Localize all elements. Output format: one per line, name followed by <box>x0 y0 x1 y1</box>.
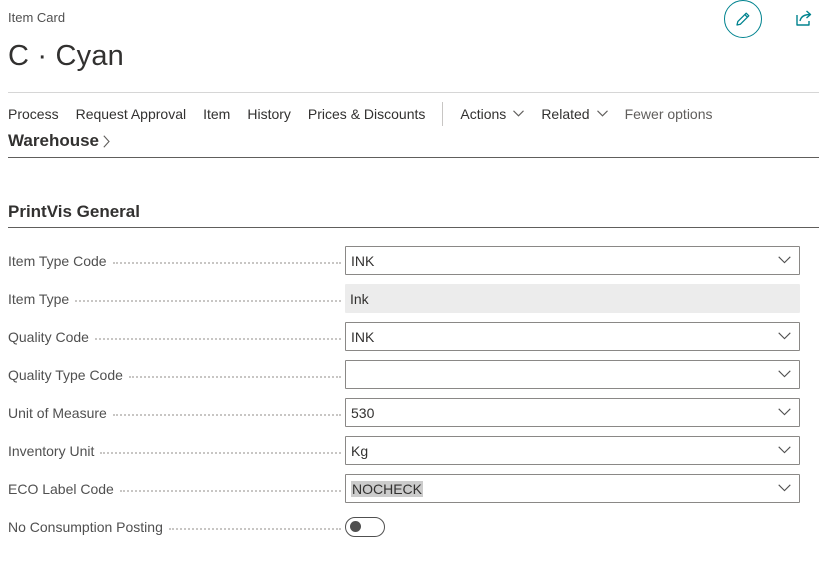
eco-label-code-select[interactable]: NOCHECK <box>345 474 800 503</box>
quality-type-code-select[interactable] <box>345 360 800 389</box>
field-value: INK <box>351 252 375 269</box>
page-title: C · Cyan <box>8 40 125 72</box>
pencil-icon <box>734 10 752 28</box>
field-label: No Consumption Posting <box>8 519 345 535</box>
action-bar: Process Request Approval Item History Pr… <box>8 92 819 134</box>
actions-menu-label: Actions <box>460 105 507 122</box>
field-label: ECO Label Code <box>8 481 345 497</box>
field-value: 530 <box>351 404 375 421</box>
chevron-down-icon <box>778 484 791 492</box>
field-row-item-type: Item Type Ink <box>8 284 800 313</box>
toggle-knob <box>350 521 361 532</box>
page-caption: Item Card <box>8 10 66 25</box>
field-label: Quality Code <box>8 329 345 345</box>
field-label: Unit of Measure <box>8 405 345 421</box>
action-item[interactable]: Item <box>203 106 230 122</box>
chevron-down-icon <box>778 256 791 264</box>
field-row-inventory-unit: Inventory Unit Kg <box>8 436 800 465</box>
field-value: NOCHECK <box>351 480 424 497</box>
chevron-down-icon <box>778 332 791 340</box>
field-label: Item Type Code <box>8 253 345 269</box>
item-type-field: Ink <box>345 284 800 313</box>
action-process[interactable]: Process <box>8 106 59 122</box>
section-title: PrintVis General <box>8 202 819 228</box>
field-row-no-consumption-posting: No Consumption Posting <box>8 512 800 541</box>
field-row-eco-label-code: ECO Label Code NOCHECK <box>8 474 800 503</box>
field-row-quality-code: Quality Code INK <box>8 322 800 351</box>
action-bar-separator <box>442 101 444 126</box>
share-button[interactable] <box>793 8 815 28</box>
unit-of-measure-select[interactable]: 530 <box>345 398 800 427</box>
share-icon <box>794 9 814 27</box>
chevron-right-icon <box>103 135 110 148</box>
inventory-unit-select[interactable]: Kg <box>345 436 800 465</box>
chevron-down-icon <box>778 446 791 454</box>
related-menu[interactable]: Related <box>541 105 608 122</box>
field-label: Item Type <box>8 291 345 307</box>
action-prices-discounts[interactable]: Prices & Discounts <box>308 106 425 122</box>
chevron-down-icon <box>513 110 525 117</box>
related-menu-label: Related <box>541 105 590 122</box>
item-type-code-select[interactable]: INK <box>345 246 800 275</box>
action-request-approval[interactable]: Request Approval <box>76 106 187 122</box>
chevron-down-icon <box>778 408 791 416</box>
action-history[interactable]: History <box>247 106 291 122</box>
field-row-item-type-code: Item Type Code INK <box>8 246 800 275</box>
field-row-quality-type-code: Quality Type Code <box>8 360 800 389</box>
edit-button[interactable] <box>724 0 762 38</box>
field-label: Quality Type Code <box>8 367 345 383</box>
field-label: Inventory Unit <box>8 443 345 459</box>
warehouse-label: Warehouse <box>8 131 100 150</box>
warehouse-section-header[interactable]: Warehouse <box>8 131 819 158</box>
no-consumption-posting-toggle[interactable] <box>345 516 385 537</box>
field-value: INK <box>351 328 375 345</box>
quality-code-select[interactable]: INK <box>345 322 800 351</box>
chevron-down-icon <box>596 110 608 117</box>
actions-menu[interactable]: Actions <box>460 105 525 122</box>
chevron-down-icon <box>778 370 791 378</box>
field-value: Kg <box>351 442 369 459</box>
field-row-unit-of-measure: Unit of Measure 530 <box>8 398 800 427</box>
fewer-options-button[interactable]: Fewer options <box>625 106 713 122</box>
field-value: Ink <box>350 290 369 307</box>
